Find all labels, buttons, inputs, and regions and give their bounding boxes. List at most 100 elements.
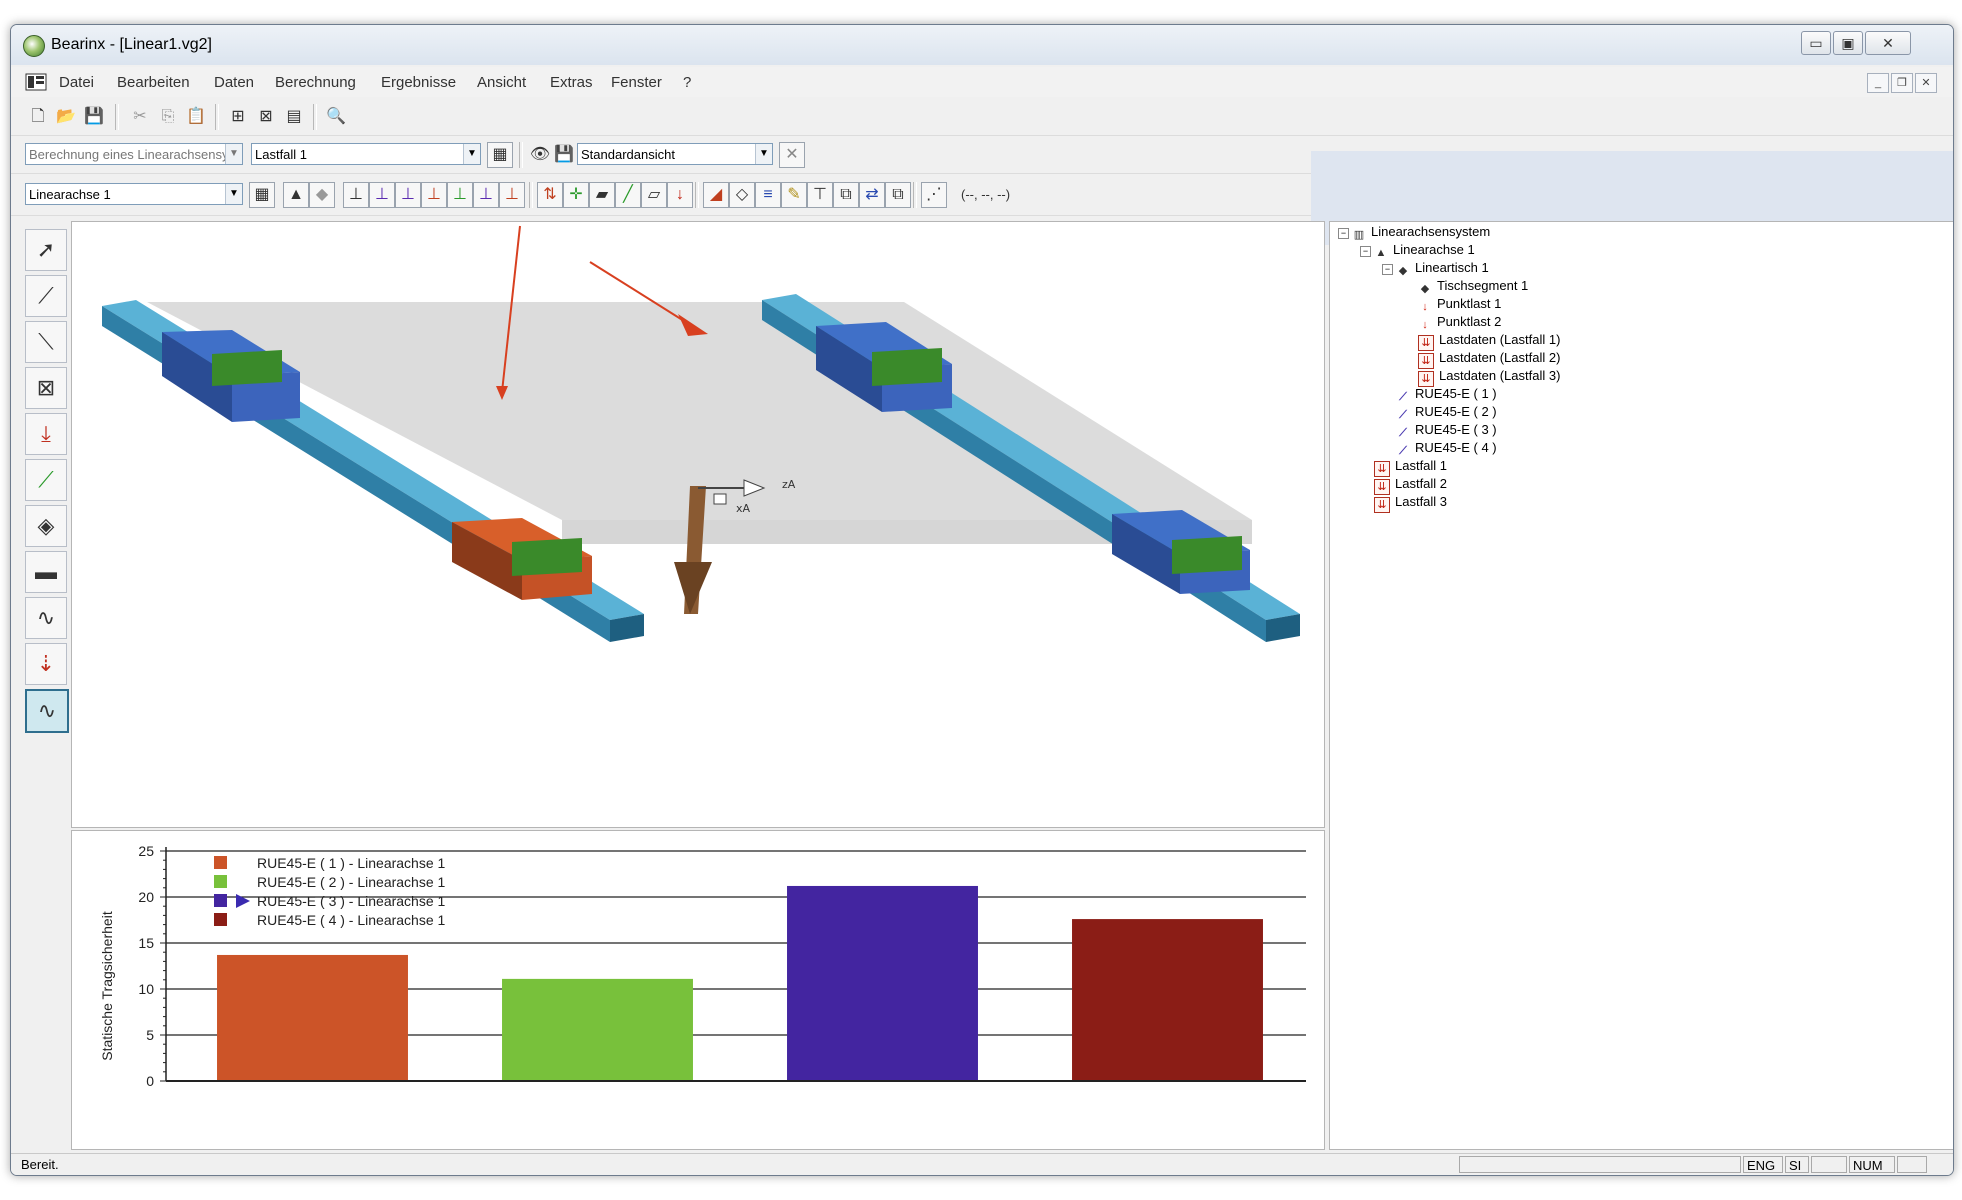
tree-item-point-load-2[interactable]: ↓ Punktlast 2 [1418, 314, 1501, 332]
axis-combo[interactable]: Linearachse 1 ▼ [25, 183, 243, 205]
copy-icon[interactable]: ⎘ [155, 104, 181, 130]
loadcase-combo[interactable]: Lastfall 1 ▼ [251, 143, 481, 165]
plane-icon[interactable]: ◇ [729, 182, 755, 208]
table-tool-icon[interactable]: ⊠ [25, 367, 67, 409]
menu-ergebnisse[interactable]: Ergebnisse [381, 74, 456, 91]
tree-item-axis[interactable]: ▲ Linearachse 1 [1374, 242, 1475, 260]
new-file-icon[interactable]: 🗋 [25, 104, 51, 130]
eraser-icon[interactable]: ◢ [703, 182, 729, 208]
exchange-icon[interactable]: ⇄ [859, 182, 885, 208]
tree-item-point-load-1[interactable]: ↓ Punktlast 1 [1418, 296, 1501, 314]
open-folder-icon[interactable]: 📂 [53, 104, 79, 130]
table-segment-icon[interactable]: ▰ [589, 182, 615, 208]
tree-item-root[interactable]: ▥ Linearachsensystem [1352, 224, 1490, 242]
coordinate-ya-icon[interactable]: ⊥ [369, 182, 395, 208]
motion-tool-icon[interactable]: ∿ [25, 597, 67, 639]
menu-extras[interactable]: Extras [550, 74, 593, 91]
tree-collapse-icon[interactable]: − [1338, 228, 1349, 239]
cube-multi-icon[interactable]: ⧉ [885, 182, 911, 208]
carriage-icon[interactable]: ▱ [641, 182, 667, 208]
calculate-icon[interactable]: ⊞ [225, 104, 251, 130]
coordinate-yt-icon[interactable]: ⊥ [395, 182, 421, 208]
bar-chart: 0 5 10 15 20 25 RUE45-E ( 1 ) - Linearachse 1… [99, 843, 1306, 1089]
force-tool-icon[interactable]: ⤓ [25, 413, 67, 455]
tree-item-table[interactable]: ◆ Lineartisch 1 [1396, 260, 1489, 278]
axis-edit-icon[interactable]: ▦ [249, 182, 275, 208]
tree-item-bearing-1[interactable]: ⟋ RUE45-E ( 1 ) [1396, 386, 1497, 404]
save-icon[interactable]: 💾 [81, 104, 107, 130]
coordinate-zt-icon[interactable]: ⊥ [499, 182, 525, 208]
3d-model-view[interactable]: zA xA [71, 221, 1325, 828]
coordinate-z-icon[interactable]: ⊥ [421, 182, 447, 208]
pointer-tool-icon[interactable]: ⋰ [921, 182, 947, 208]
block-tool-icon[interactable]: ◈ [25, 505, 67, 547]
results-chart-icon[interactable]: ∿ [25, 689, 69, 733]
coordinate-x-icon[interactable]: ⊥ [447, 182, 473, 208]
view-eye-icon[interactable]: 👁 [527, 142, 553, 168]
menu-help[interactable]: ? [683, 74, 691, 91]
tree-item-load-data-3[interactable]: ⇊ Lastdaten (Lastfall 3) [1418, 368, 1560, 387]
mdi-minimize-button[interactable]: _ [1867, 73, 1889, 93]
load-case-icon: ⇊ [1374, 479, 1390, 495]
title-bar: Bearinx - [Linear1.vg2] ▭ ▣ ✕ [11, 25, 1953, 65]
delete-view-icon[interactable]: ✕ [779, 142, 805, 168]
coordinate-readout: (--, --, --) [961, 187, 1011, 202]
rail-tool-icon[interactable]: ⟋ [25, 459, 67, 501]
system-icon[interactable]: ▲ [283, 182, 309, 208]
tree-item-load-data-2[interactable]: ⇊ Lastdaten (Lastfall 2) [1418, 350, 1560, 369]
coordinate-system-icon[interactable]: ⊥ [343, 182, 369, 208]
view-combo[interactable]: Standardansicht ▼ [577, 143, 773, 165]
linear-axis-icon[interactable]: ⟋ [25, 275, 67, 317]
rail-icon[interactable]: ╱ [615, 182, 641, 208]
tree-collapse-icon[interactable]: − [1360, 246, 1371, 257]
status-resize-grip[interactable] [1897, 1156, 1927, 1173]
menu-bearbeiten[interactable]: Bearbeiten [117, 74, 190, 91]
carriage-tool-icon[interactable]: ▬ [25, 551, 67, 593]
maximize-button[interactable]: ▣ [1833, 31, 1863, 55]
mdi-close-button[interactable]: ✕ [1915, 73, 1937, 93]
select-pointer-icon[interactable]: ➚ [25, 229, 67, 271]
load-arrows-icon[interactable]: ⇅ [537, 182, 563, 208]
cut-view-icon[interactable]: ⊤ [807, 182, 833, 208]
tree-item-load-data-1[interactable]: ⇊ Lastdaten (Lastfall 1) [1418, 332, 1560, 351]
point-load-icon[interactable]: ↓ [667, 182, 693, 208]
load-data-icon: ⇊ [1418, 371, 1434, 387]
linear-guide-icon[interactable]: ⟍ [25, 321, 67, 363]
tree-item-loadcase-2[interactable]: ⇊ Lastfall 2 [1374, 476, 1447, 495]
menu-datei[interactable]: Datei [59, 74, 94, 91]
minimize-button[interactable]: ▭ [1801, 31, 1831, 55]
calculate-all-icon[interactable]: ⊠ [253, 104, 279, 130]
section-icon[interactable]: ≡ [755, 182, 781, 208]
pen-icon[interactable]: ✎ [781, 182, 807, 208]
tree-item-label: Linearachsensystem [1371, 224, 1491, 239]
menu-ansicht[interactable]: Ansicht [477, 74, 526, 91]
tree-item-bearing-4[interactable]: ⟋ RUE45-E ( 4 ) [1396, 440, 1497, 458]
tree-item-loadcase-3[interactable]: ⇊ Lastfall 3 [1374, 494, 1447, 513]
report-icon[interactable]: ▤ [281, 104, 307, 130]
close-button[interactable]: ✕ [1865, 31, 1911, 55]
cut-icon[interactable]: ✂ [127, 104, 153, 130]
loads-tool-icon[interactable]: ⇣ [25, 643, 67, 685]
tree-item-bearing-3[interactable]: ⟋ RUE45-E ( 3 ) [1396, 422, 1497, 440]
tree-item-bearing-2[interactable]: ⟋ RUE45-E ( 2 ) [1396, 404, 1497, 422]
tree-collapse-icon[interactable]: − [1382, 264, 1393, 275]
mdi-restore-button[interactable]: ❐ [1891, 73, 1913, 93]
calculation-type-combo[interactable]: Berechnung eines Linearachsensyste ▼ [25, 143, 243, 165]
tree-item-loadcase-1[interactable]: ⇊ Lastfall 1 [1374, 458, 1447, 477]
save-view-icon[interactable]: 💾 [551, 142, 577, 168]
tree-item-label: Punktlast 1 [1437, 296, 1502, 311]
legend-selection-marker [236, 894, 250, 908]
cube-icon[interactable]: ⧉ [833, 182, 859, 208]
menu-fenster[interactable]: Fenster [611, 74, 662, 91]
bar-1 [217, 954, 408, 1081]
tree-item-segment[interactable]: ◆ Tischsegment 1 [1418, 278, 1529, 296]
table-icon[interactable]: ◆ [309, 182, 335, 208]
coordinate-xt-icon[interactable]: ⊥ [473, 182, 499, 208]
menu-daten[interactable]: Daten [214, 74, 254, 91]
loadcase-edit-icon[interactable]: ▦ [487, 142, 513, 168]
paste-icon[interactable]: 📋 [183, 104, 209, 130]
move-icon[interactable]: ✛ [563, 182, 589, 208]
3d-scene: zA xA [102, 225, 1300, 642]
menu-berechnung[interactable]: Berechnung [275, 74, 356, 91]
print-preview-icon[interactable]: 🔍 [323, 104, 349, 130]
